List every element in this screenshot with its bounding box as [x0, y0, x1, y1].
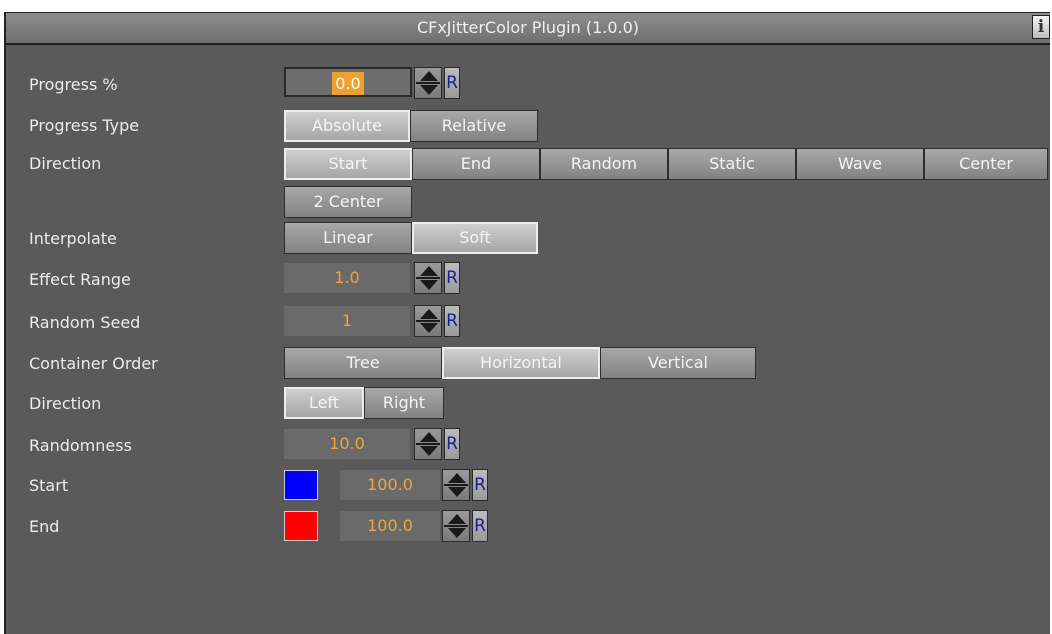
progress-type-relative-button[interactable]: Relative [410, 110, 538, 142]
start-label: Start [29, 476, 69, 495]
randomness-label: Randomness [29, 436, 132, 455]
start-reset-button[interactable]: R [472, 469, 488, 501]
plugin-panel: CFxJitterColor Plugin (1.0.0) i Progress… [4, 12, 1050, 634]
start-stepper[interactable] [442, 469, 470, 501]
effect-range-input[interactable]: 1.0 [284, 263, 410, 293]
info-icon[interactable]: i [1032, 15, 1050, 39]
progress-input[interactable]: 0.0 [284, 67, 412, 97]
interpolate-soft-button[interactable]: Soft [412, 222, 538, 254]
randomness-stepper[interactable] [414, 428, 442, 460]
progress-label: Progress % [29, 75, 118, 94]
end-value-input[interactable]: 100.0 [340, 511, 440, 541]
container-order-label: Container Order [29, 354, 158, 373]
direction-label: Direction [29, 154, 102, 173]
random-seed-label: Random Seed [29, 313, 141, 332]
direction-center-button[interactable]: Center [924, 148, 1048, 180]
direction-wave-button[interactable]: Wave [796, 148, 924, 180]
progress-type-absolute-button[interactable]: Absolute [284, 110, 410, 142]
effect-range-label: Effect Range [29, 270, 131, 289]
direction-random-button[interactable]: Random [540, 148, 668, 180]
progress-type-label: Progress Type [29, 116, 140, 135]
random-seed-stepper[interactable] [414, 305, 442, 337]
direction-static-button[interactable]: Static [668, 148, 796, 180]
interpolate-linear-button[interactable]: Linear [284, 222, 412, 254]
direction2-label: Direction [29, 394, 102, 413]
container-order-tree-button[interactable]: Tree [284, 347, 442, 379]
direction-2center-button[interactable]: 2 Center [284, 186, 412, 218]
panel-title: CFxJitterColor Plugin (1.0.0) [416, 18, 640, 37]
end-label: End [29, 517, 60, 536]
container-order-vertical-button[interactable]: Vertical [600, 347, 756, 379]
start-color-swatch[interactable] [284, 470, 318, 500]
direction2-left-button[interactable]: Left [284, 387, 364, 419]
direction-end-button[interactable]: End [412, 148, 540, 180]
random-seed-reset-button[interactable]: R [444, 305, 460, 337]
title-bar: CFxJitterColor Plugin (1.0.0) i [6, 13, 1050, 45]
direction2-right-button[interactable]: Right [364, 387, 444, 419]
end-reset-button[interactable]: R [472, 510, 488, 542]
interpolate-label: Interpolate [29, 229, 117, 248]
effect-range-reset-button[interactable]: R [444, 262, 460, 294]
end-color-swatch[interactable] [284, 511, 318, 541]
randomness-input[interactable]: 10.0 [284, 429, 410, 459]
progress-stepper[interactable] [414, 67, 442, 99]
direction-start-button[interactable]: Start [284, 148, 412, 180]
start-value-input[interactable]: 100.0 [340, 470, 440, 500]
progress-reset-button[interactable]: R [444, 67, 460, 99]
randomness-reset-button[interactable]: R [444, 428, 460, 460]
random-seed-input[interactable]: 1 [284, 306, 410, 336]
end-stepper[interactable] [442, 510, 470, 542]
effect-range-stepper[interactable] [414, 262, 442, 294]
container-order-horizontal-button[interactable]: Horizontal [442, 347, 600, 379]
